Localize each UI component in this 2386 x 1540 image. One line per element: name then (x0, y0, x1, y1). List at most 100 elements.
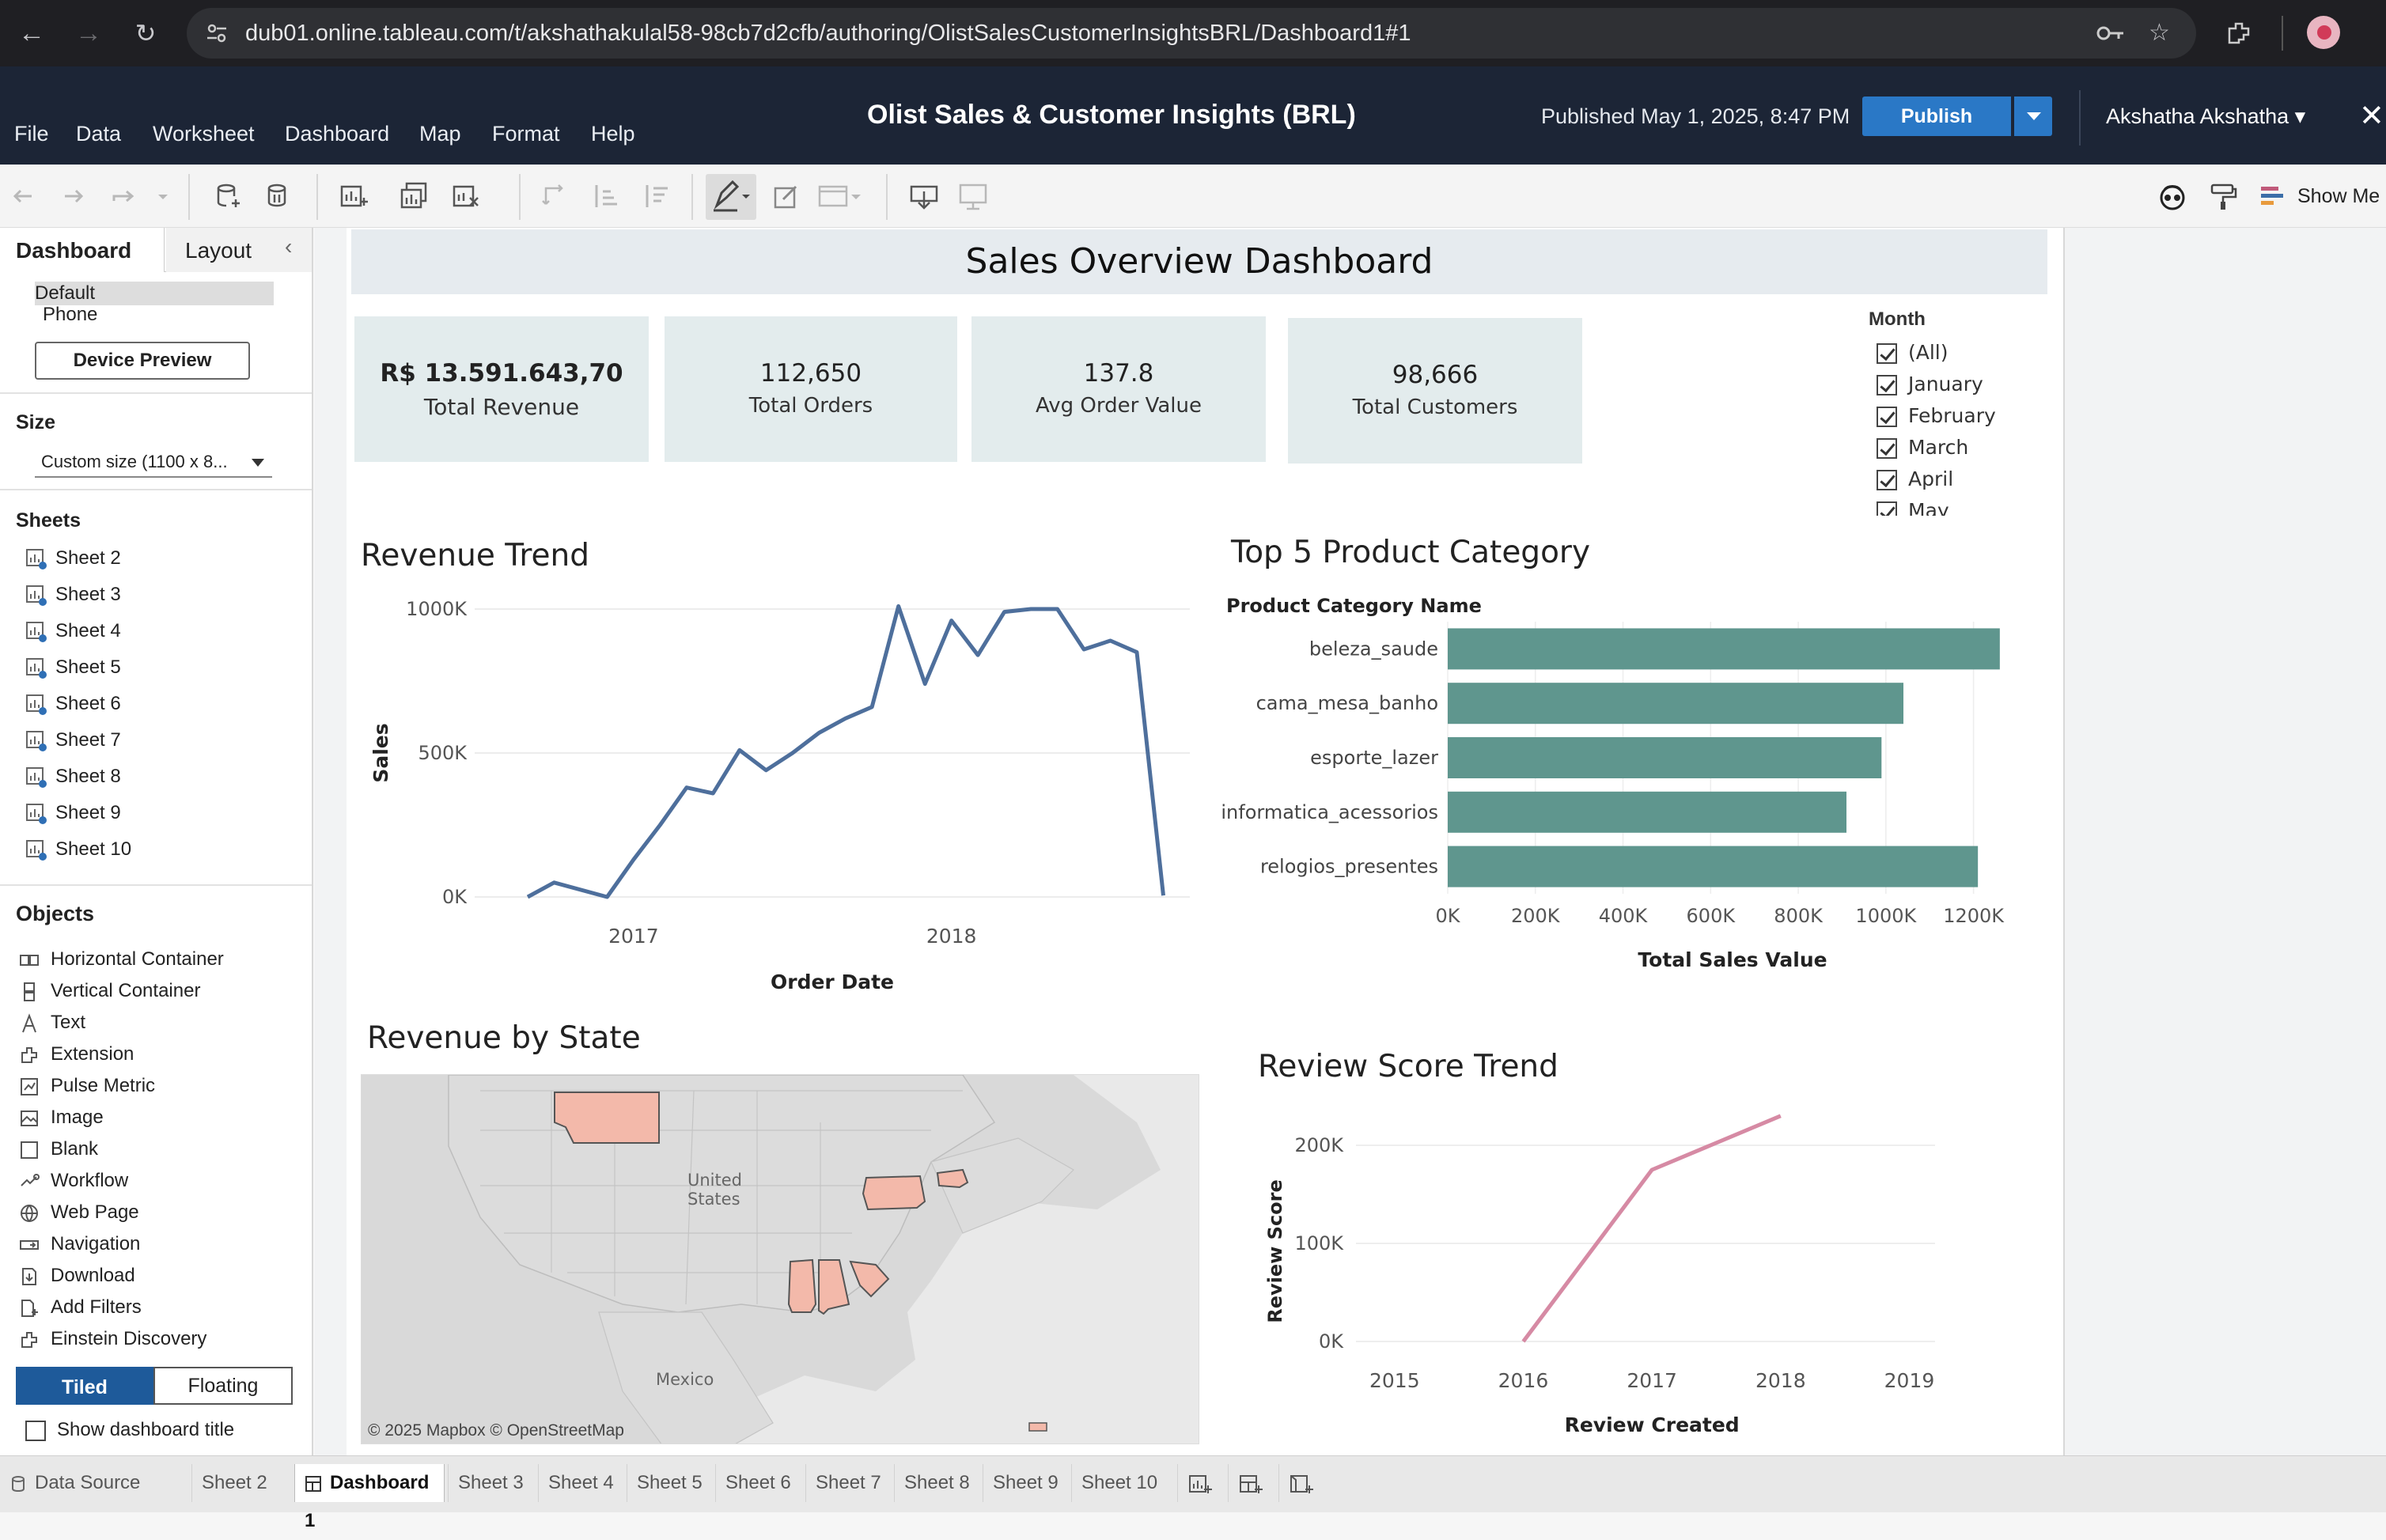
tab-sheet[interactable]: Sheet 2 (191, 1464, 285, 1502)
menu-data[interactable]: Data (76, 122, 121, 146)
kpi-avg-order-value[interactable]: 137.8 Avg Order Value (971, 316, 1266, 462)
month-filter-option[interactable]: (All) (1869, 337, 2043, 369)
address-bar[interactable]: dub01.online.tableau.com/t/akshathakulal… (187, 8, 2196, 59)
month-filter-option[interactable]: April (1869, 464, 2043, 495)
menu-dashboard[interactable]: Dashboard (285, 122, 389, 146)
sheet-list-item[interactable]: Sheet 8 (25, 761, 121, 793)
new-dashboard-tab-icon[interactable] (1228, 1464, 1271, 1502)
highlight-icon[interactable] (706, 174, 756, 220)
sheet-list-item[interactable]: Sheet 4 (25, 615, 121, 647)
bar-esporte-lazer[interactable] (1448, 737, 1882, 778)
object-list-item[interactable]: Download (19, 1261, 135, 1291)
checkbox-checked-icon[interactable] (1877, 407, 1897, 427)
object-list-item[interactable]: Horizontal Container (19, 944, 224, 974)
download-icon[interactable] (908, 180, 940, 212)
tab-sheet[interactable]: Sheet 3 (448, 1464, 535, 1502)
kpi-total-customers[interactable]: 98,666 Total Customers (1288, 318, 1582, 464)
object-list-item[interactable]: Image (19, 1103, 104, 1133)
menu-help[interactable]: Help (591, 122, 635, 146)
tab-dashboard-1[interactable]: Dashboard 1 (294, 1464, 445, 1531)
month-filter-option[interactable]: February (1869, 400, 2043, 432)
show-me-label[interactable]: Show Me (2297, 185, 2380, 208)
collapse-panel-icon[interactable]: ‹ (285, 234, 292, 259)
month-filter-option[interactable]: January (1869, 369, 2043, 400)
revenue-trend-chart[interactable]: 0K 500K 1000K 2017 2018 Order Date Sales (361, 585, 1199, 1005)
show-me-icon[interactable] (2256, 180, 2288, 212)
site-info-icon[interactable] (204, 21, 229, 46)
reload-icon[interactable]: ↻ (130, 17, 161, 49)
tiled-button[interactable]: Tiled (16, 1367, 153, 1405)
month-filter-option[interactable]: May (1869, 495, 2043, 516)
sheet-list-item[interactable]: Sheet 5 (25, 652, 121, 683)
new-story-tab-icon[interactable] (1278, 1464, 1321, 1502)
sheet-list-item[interactable]: Sheet 9 (25, 797, 121, 829)
back-arrow-icon[interactable]: ← (16, 17, 47, 49)
floating-button[interactable]: Floating (153, 1367, 293, 1405)
sort-ascending-icon[interactable] (590, 180, 622, 212)
object-list-item[interactable]: Pulse Metric (19, 1071, 155, 1101)
sheet-list-item[interactable]: Sheet 6 (25, 688, 121, 720)
forward-arrow-icon[interactable]: → (73, 17, 104, 49)
publish-dropdown-icon[interactable] (2014, 96, 2052, 136)
bookmark-star-icon[interactable]: ☆ (2149, 17, 2170, 49)
device-phone[interactable]: Phone (43, 304, 97, 326)
object-list-item[interactable]: Vertical Container (19, 976, 200, 1006)
menu-map[interactable]: Map (419, 122, 461, 146)
checkbox-checked-icon[interactable] (1877, 470, 1897, 490)
presentation-mode-icon[interactable] (957, 180, 989, 212)
device-default[interactable]: Default (35, 282, 274, 305)
publish-button[interactable]: Publish (1862, 96, 2011, 136)
url-text[interactable]: dub01.online.tableau.com/t/akshathakulal… (245, 8, 1411, 59)
top5-bar-chart[interactable]: Product Category Name 0K 200K 400K 600K 800K 1… (1218, 585, 2041, 997)
review-score-chart[interactable]: 0K 100K 200K 2015 2016 2017 2018 2019 Review Cre… (1258, 1107, 1962, 1440)
revenue-trend-line[interactable] (526, 604, 1165, 899)
tab-sheet[interactable]: Sheet 6 (715, 1464, 804, 1502)
object-list-item[interactable]: Extension (19, 1039, 134, 1069)
show-dashboard-title-checkbox[interactable]: Show dashboard title (25, 1416, 234, 1444)
key-icon[interactable] (2095, 21, 2127, 46)
tab-sheet[interactable]: Sheet 9 (983, 1464, 1070, 1502)
object-list-item[interactable]: Einstein Discovery (19, 1324, 206, 1354)
replay-icon[interactable] (109, 180, 141, 212)
kpi-total-orders[interactable]: 112,650 Total Orders (665, 316, 957, 462)
new-worksheet-tab-icon[interactable] (1177, 1464, 1220, 1502)
new-data-source-icon[interactable] (214, 180, 245, 212)
bar-informatica-acessorios[interactable] (1448, 791, 1846, 833)
checkbox-checked-icon[interactable] (1877, 438, 1897, 459)
sheet-list-item[interactable]: Sheet 3 (25, 579, 121, 611)
tab-sheet[interactable]: Sheet 10 (1071, 1464, 1168, 1502)
menu-file[interactable]: File (14, 122, 49, 146)
undo-icon[interactable] (8, 180, 40, 212)
checkbox-checked-icon[interactable] (1877, 501, 1897, 516)
swap-rows-columns-icon[interactable] (540, 180, 571, 212)
sheet-list-item[interactable]: Sheet 2 (25, 543, 121, 574)
object-list-item[interactable]: Text (19, 1008, 85, 1038)
object-list-item[interactable]: Add Filters (19, 1292, 142, 1322)
redo-icon[interactable] (57, 180, 89, 212)
object-list-item[interactable]: Web Page (19, 1198, 139, 1228)
replay-dropdown-icon[interactable] (147, 180, 168, 212)
tab-dashboard[interactable]: Dashboard (0, 228, 165, 272)
tab-data-source[interactable]: Data Source (0, 1464, 150, 1502)
bar-beleza-saude[interactable] (1448, 628, 2000, 670)
device-preview-button[interactable]: Device Preview (35, 342, 250, 380)
menu-format[interactable]: Format (492, 122, 560, 146)
tab-sheet[interactable]: Sheet 5 (627, 1464, 714, 1502)
pause-updates-icon[interactable] (263, 180, 294, 212)
dashboard-title-bar[interactable]: Sales Overview Dashboard (351, 229, 2047, 294)
user-menu[interactable]: Akshatha Akshatha ▾ (2106, 104, 2305, 129)
size-dropdown[interactable]: Custom size (1100 x 8... (35, 446, 272, 478)
tab-sheet[interactable]: Sheet 4 (538, 1464, 625, 1502)
bar-cama-mesa-banho[interactable] (1448, 683, 1903, 725)
month-filter-option[interactable]: March (1869, 432, 2043, 464)
object-list-item[interactable]: Blank (19, 1134, 98, 1164)
review-score-line[interactable] (1521, 1114, 1782, 1343)
revenue-by-state-map[interactable]: United States Mexico © 2025 Mapbox © Open… (361, 1074, 1199, 1444)
einstein-icon[interactable] (2157, 180, 2188, 212)
close-icon[interactable]: ✕ (2359, 98, 2384, 134)
clear-sheet-icon[interactable] (451, 180, 483, 212)
annotate-icon[interactable] (771, 180, 802, 212)
extensions-icon[interactable] (2225, 19, 2253, 47)
bar-relogios-presentes[interactable] (1448, 846, 1979, 887)
tab-sheet[interactable]: Sheet 8 (894, 1464, 981, 1502)
